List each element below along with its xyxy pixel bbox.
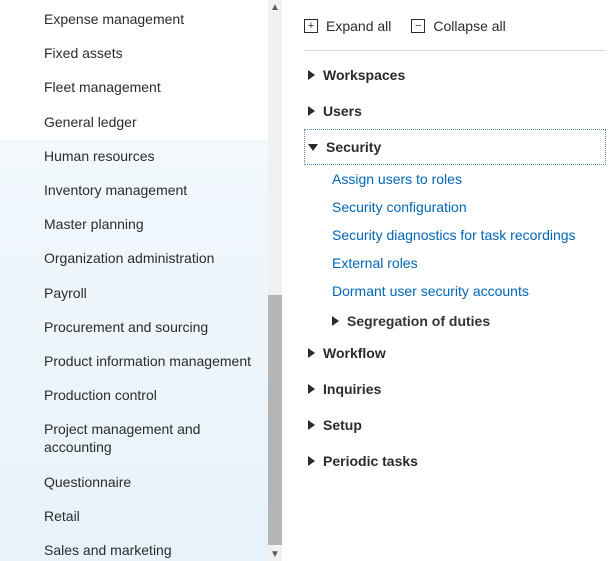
sidebar-item[interactable]: Product information management <box>0 344 282 378</box>
sidebar-item[interactable]: Payroll <box>0 276 282 310</box>
caret-right-icon <box>308 384 315 394</box>
sidebar-item[interactable]: General ledger <box>0 105 282 139</box>
section-label: Security <box>326 139 381 155</box>
nav-link[interactable]: External roles <box>332 249 606 277</box>
caret-right-icon <box>308 456 315 466</box>
sub-section-header[interactable]: Segregation of duties <box>332 305 606 335</box>
app-root: Expense managementFixed assetsFleet mana… <box>0 0 616 561</box>
sidebar-item[interactable]: Procurement and sourcing <box>0 310 282 344</box>
caret-right-icon <box>308 70 315 80</box>
section-header[interactable]: Inquiries <box>304 371 606 407</box>
section-header[interactable]: Setup <box>304 407 606 443</box>
collapse-all-button[interactable]: − Collapse all <box>411 18 505 34</box>
sidebar-item[interactable]: Master planning <box>0 207 282 241</box>
expand-icon: + <box>304 19 318 33</box>
sidebar-item[interactable]: Sales and marketing <box>0 533 282 561</box>
section-label: Users <box>323 103 362 119</box>
module-list: Expense managementFixed assetsFleet mana… <box>0 0 282 561</box>
section-children: Assign users to rolesSecurity configurat… <box>304 165 606 335</box>
expand-all-label: Expand all <box>326 18 391 34</box>
sidebar-scrollbar[interactable]: ▲ ▼ <box>268 0 282 561</box>
section-label: Setup <box>323 417 362 433</box>
sidebar-item[interactable]: Project management and accounting <box>0 412 282 464</box>
nav-link[interactable]: Assign users to roles <box>332 165 606 193</box>
section-header[interactable]: Workspaces <box>304 57 606 93</box>
panel-toolbar: + Expand all − Collapse all <box>304 18 606 51</box>
nav-link[interactable]: Dormant user security accounts <box>332 277 606 305</box>
caret-right-icon <box>308 106 315 116</box>
scrollbar-thumb[interactable] <box>268 295 282 545</box>
caret-right-icon <box>308 420 315 430</box>
sub-section-label: Segregation of duties <box>347 313 490 329</box>
section-tree: Workspaces Users Security Assign users to r… <box>304 51 606 479</box>
caret-right-icon <box>308 348 315 358</box>
section-header[interactable]: Periodic tasks <box>304 443 606 479</box>
scrollbar-down-arrow-icon[interactable]: ▼ <box>268 547 282 561</box>
sidebar-item[interactable]: Retail <box>0 499 282 533</box>
sidebar-item[interactable]: Organization administration <box>0 241 282 275</box>
caret-right-icon <box>332 316 339 326</box>
sidebar-item[interactable]: Questionnaire <box>0 465 282 499</box>
section-label: Inquiries <box>323 381 381 397</box>
nav-link[interactable]: Security configuration <box>332 193 606 221</box>
sidebar-item[interactable]: Human resources <box>0 139 282 173</box>
section-label: Periodic tasks <box>323 453 418 469</box>
sidebar-item[interactable]: Expense management <box>0 2 282 36</box>
section-label: Workflow <box>323 345 386 361</box>
scrollbar-up-arrow-icon[interactable]: ▲ <box>268 0 282 14</box>
sidebar-item[interactable]: Fleet management <box>0 70 282 104</box>
section-label: Workspaces <box>323 67 405 83</box>
section-header[interactable]: Workflow <box>304 335 606 371</box>
sidebar-item[interactable]: Fixed assets <box>0 36 282 70</box>
caret-down-icon <box>308 144 318 151</box>
collapse-all-label: Collapse all <box>433 18 505 34</box>
content-panel: + Expand all − Collapse all Workspaces Us… <box>282 0 616 561</box>
section-header[interactable]: Security <box>304 129 606 165</box>
expand-all-button[interactable]: + Expand all <box>304 18 391 34</box>
sidebar-item[interactable]: Inventory management <box>0 173 282 207</box>
module-sidebar: Expense managementFixed assetsFleet mana… <box>0 0 282 561</box>
nav-link[interactable]: Security diagnostics for task recordings <box>332 221 606 249</box>
section-header[interactable]: Users <box>304 93 606 129</box>
collapse-icon: − <box>411 19 425 33</box>
sidebar-item[interactable]: Production control <box>0 378 282 412</box>
